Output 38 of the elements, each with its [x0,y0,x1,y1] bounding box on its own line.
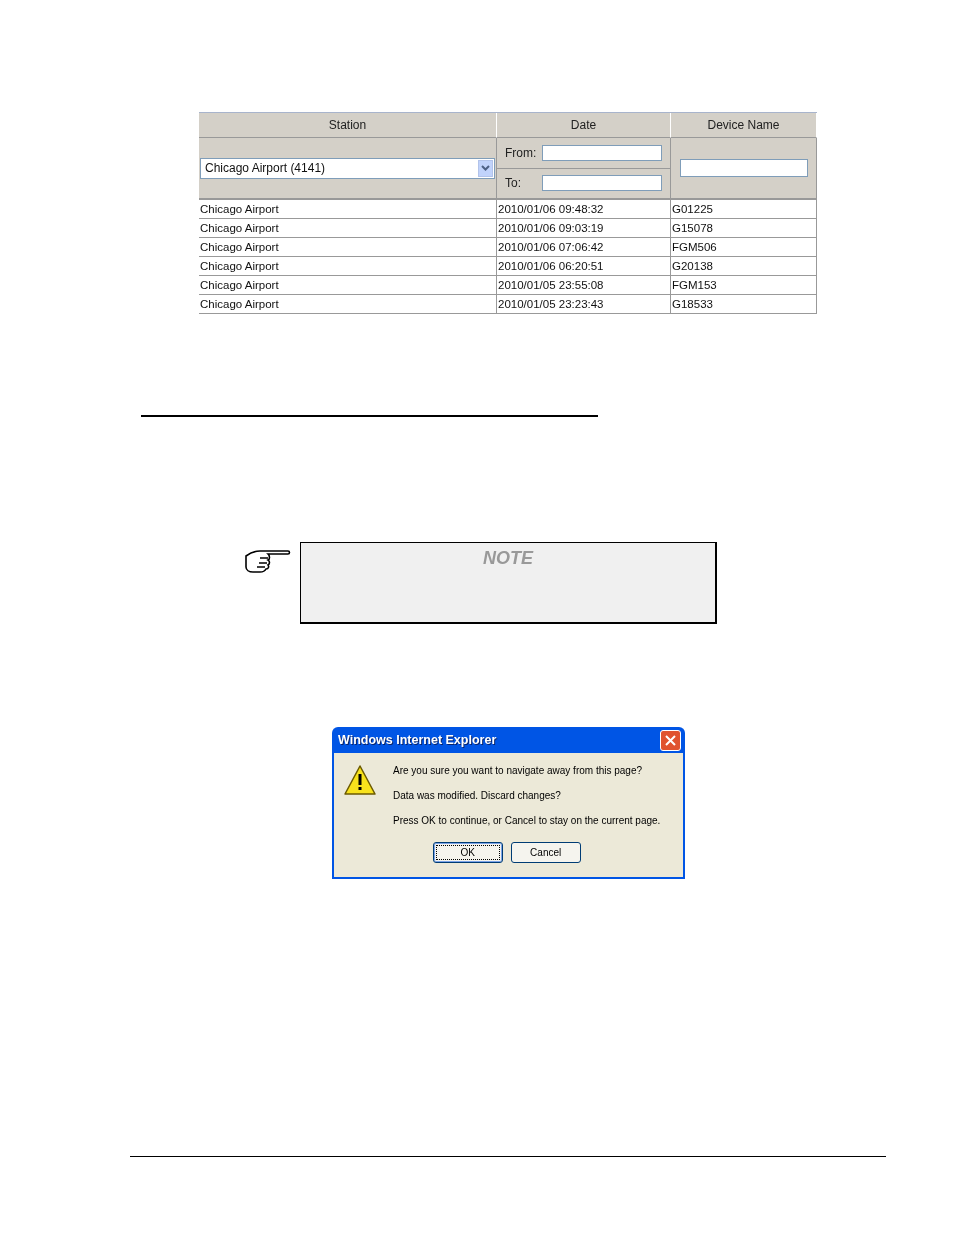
table-cell: G20138 [671,257,817,276]
column-header[interactable]: Device Name [671,113,817,138]
table-cell: 2010/01/06 09:03:19 [497,219,671,238]
table-cell: Chicago Airport [199,295,497,314]
table-cell: 2010/01/05 23:23:43 [497,295,671,314]
dialog-message: Are you sure you want to navigate away from this page? [393,765,644,778]
chevron-down-icon[interactable] [478,159,493,177]
table-cell: G18533 [671,295,817,314]
to-label: To: [505,176,522,191]
column-header[interactable]: Date [497,113,671,138]
dialog-button[interactable]: OK [432,842,503,863]
table-cell: Chicago Airport [199,276,497,295]
from-label: From: [505,145,537,160]
pointing-hand-icon [244,548,292,576]
warning-icon [344,765,376,795]
table-cell: FGM153 [671,276,817,295]
dialog-message: Press OK to continue, or Cancel to stay on the current page. [393,815,661,828]
from-date-field[interactable] [542,144,663,161]
table-cell: G01225 [671,200,817,219]
dialog-button[interactable]: Cancel [510,842,581,863]
table-cell: Chicago Airport [199,219,497,238]
table-cell: 2010/01/06 07:06:42 [497,238,671,257]
to-date-field[interactable] [542,175,662,192]
column-header[interactable]: Station [199,113,497,138]
station-dropdown[interactable]: Chicago Airport (4141) [200,157,495,179]
table-cell: 2010/01/06 06:20:51 [497,257,671,276]
table-cell: Chicago Airport [199,238,497,257]
device-name-field[interactable] [679,159,808,177]
window-title: Windows Internet Explorer [338,733,497,747]
table-cell: Chicago Airport [199,200,497,219]
table-cell: FGM506 [671,238,817,257]
table-cell: 2010/01/06 09:48:32 [497,200,671,219]
table-cell: 2010/01/05 23:55:08 [497,276,671,295]
note-title: NOTE [483,548,533,570]
dialog-message: Data was modified. Discard changes? [393,790,562,803]
table-cell: G15078 [671,219,817,238]
table-cell: Chicago Airport [199,257,497,276]
close-icon[interactable] [660,729,681,751]
